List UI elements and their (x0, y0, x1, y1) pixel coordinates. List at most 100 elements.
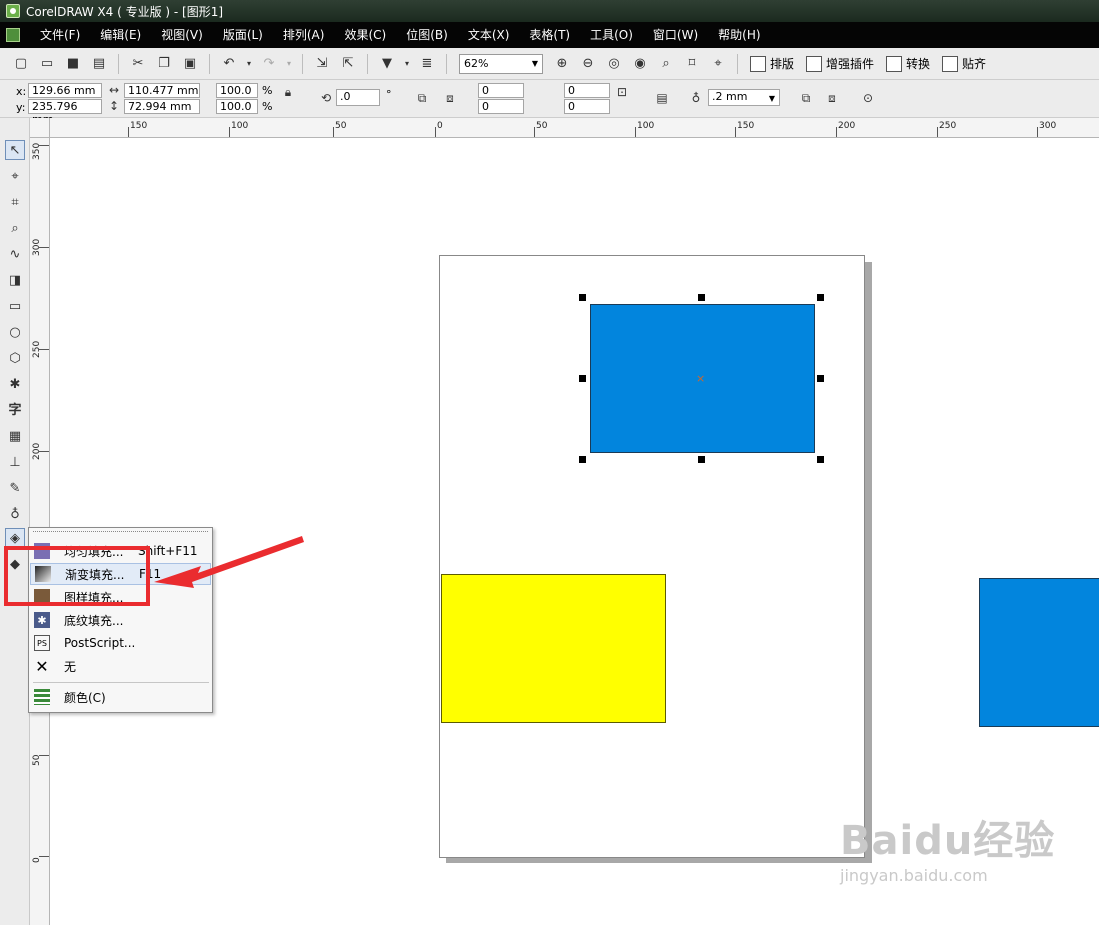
paste-icon[interactable]: ▣ (179, 53, 201, 75)
menu-window[interactable]: 窗口(W) (643, 22, 708, 48)
zoom-out-icon[interactable]: ⊖ (577, 53, 599, 75)
menu-help[interactable]: 帮助(H) (708, 22, 770, 48)
selection-handle[interactable] (579, 294, 586, 301)
window-title: CorelDRAW X4 ( 专业版 ) - [图形1] (26, 4, 224, 19)
corner-top-left-field[interactable]: 0 (478, 83, 524, 98)
scale-y-field[interactable]: 100.0 (216, 99, 258, 114)
typeset-button[interactable]: 排版 (750, 55, 794, 72)
snap-button[interactable]: 贴齐 (942, 55, 986, 72)
cut-icon[interactable]: ✂ (127, 53, 149, 75)
selection-handle[interactable] (817, 375, 824, 382)
application-launcher-icon[interactable]: ▼ (376, 53, 398, 75)
horizontal-ruler[interactable]: 150 100 50 0 50 100 150 200 250 300 (30, 118, 1099, 138)
color-docker-item[interactable]: 颜色(C) (30, 686, 211, 708)
texture-fill-item[interactable]: ✱ 底纹填充... (30, 609, 211, 631)
eyedropper-tool-icon[interactable]: ✎ (5, 478, 25, 498)
undo-dropdown-icon[interactable]: ▾ (244, 53, 254, 75)
selection-handle[interactable] (817, 456, 824, 463)
menu-table[interactable]: 表格(T) (519, 22, 580, 48)
height-field[interactable]: 72.994 mm (124, 99, 200, 114)
menu-edit[interactable]: 编辑(E) (90, 22, 151, 48)
selection-handle[interactable] (698, 456, 705, 463)
offpage-blue-rectangle[interactable] (979, 578, 1099, 727)
dimension-tool-icon[interactable]: ⊥ (5, 452, 25, 472)
menu-tools[interactable]: 工具(O) (580, 22, 643, 48)
pick-tool-icon[interactable]: ↖ (5, 140, 25, 160)
open-folder-icon[interactable]: ▭ (36, 53, 58, 75)
menu-layout[interactable]: 版面(L) (213, 22, 273, 48)
highlight-annotation-box (4, 546, 150, 606)
menu-view[interactable]: 视图(V) (151, 22, 213, 48)
outline-width-select[interactable]: .2 mm ▼ (708, 89, 780, 106)
zoom-page-width-icon[interactable]: ⌑ (681, 53, 703, 75)
wrap-text-icon[interactable]: ▤ (654, 90, 670, 106)
import-icon[interactable]: ⇲ (311, 53, 333, 75)
menu-bitmaps[interactable]: 位图(B) (396, 22, 458, 48)
zoom-all-objects-icon[interactable]: ◉ (629, 53, 651, 75)
menu-text[interactable]: 文本(X) (458, 22, 520, 48)
smart-fill-tool-icon[interactable]: ◨ (5, 270, 25, 290)
launcher-dropdown-icon[interactable]: ▾ (402, 53, 412, 75)
table-tool-icon[interactable]: ▦ (5, 426, 25, 446)
fill-tool-icon[interactable]: ◈ (5, 528, 25, 548)
menu-arrange[interactable]: 排列(A) (273, 22, 335, 48)
postscript-fill-item[interactable]: PS PostScript... (30, 632, 211, 654)
ruler-origin[interactable] (30, 118, 50, 138)
zoom-in-icon[interactable]: ⊕ (551, 53, 573, 75)
ruler-tick (735, 127, 736, 137)
rotation-center-marker[interactable]: × (696, 372, 705, 385)
basic-shapes-tool-icon[interactable]: ✱ (5, 374, 25, 394)
corner-bottom-right-field[interactable]: 0 (564, 99, 610, 114)
freehand-tool-icon[interactable]: ∿ (5, 244, 25, 264)
corner-bottom-left-field[interactable]: 0 (478, 99, 524, 114)
document-icon[interactable] (6, 28, 20, 42)
flyout-separator (33, 682, 209, 683)
convert-button[interactable]: 转换 (886, 55, 930, 72)
to-back-icon[interactable]: ⧈ (824, 90, 840, 106)
zoom-selected-icon[interactable]: ◎ (603, 53, 625, 75)
ruler-label: 0 (32, 857, 42, 863)
polygon-tool-icon[interactable]: ⬡ (5, 348, 25, 368)
shape-tool-icon[interactable]: ⌖ (5, 166, 25, 186)
width-field[interactable]: 110.477 mm (124, 83, 200, 98)
zoom-tool-icon[interactable]: ⌕ (5, 218, 25, 238)
rectangle-tool-icon[interactable]: ▭ (5, 296, 25, 316)
selection-handle[interactable] (698, 294, 705, 301)
copy-icon[interactable]: ❐ (153, 53, 175, 75)
no-fill-item[interactable]: ✕ 无 (30, 655, 211, 677)
to-front-icon[interactable]: ⧉ (798, 90, 814, 106)
x-position-field[interactable]: 129.66 mm (28, 83, 102, 98)
export-icon[interactable]: ⇱ (337, 53, 359, 75)
yellow-rectangle[interactable] (441, 574, 666, 723)
selection-handle[interactable] (817, 294, 824, 301)
undo-icon[interactable]: ↶ (218, 53, 240, 75)
toolbox: ↖ ⌖ ⌗ ⌕ ∿ ◨ ▭ ○ ⬡ ✱ 字 ▦ ⊥ ✎ ♁ ◈ ◆ (0, 118, 30, 925)
y-position-field[interactable]: 235.796 mm (28, 99, 102, 126)
selection-handle[interactable] (579, 456, 586, 463)
zoom-page-height-icon[interactable]: ⌖ (707, 53, 729, 75)
save-icon[interactable]: ■ (62, 53, 84, 75)
mirror-vertical-icon[interactable]: ⧈ (442, 90, 458, 106)
ellipse-tool-icon[interactable]: ○ (5, 322, 25, 342)
outline-tool-icon[interactable]: ♁ (5, 504, 25, 524)
welcome-screen-icon[interactable]: ≣ (416, 53, 438, 75)
menu-file[interactable]: 文件(F) (30, 22, 90, 48)
redo-dropdown-icon[interactable]: ▾ (284, 53, 294, 75)
crop-tool-icon[interactable]: ⌗ (5, 192, 25, 212)
lock-ratio-icon[interactable]: 🔒︎ (280, 84, 296, 100)
zoom-level-select[interactable]: 62% ▼ (459, 53, 543, 74)
selection-handle[interactable] (579, 375, 586, 382)
enhance-plugin-button[interactable]: 增强插件 (806, 55, 874, 72)
mirror-horizontal-icon[interactable]: ⧉ (414, 90, 430, 106)
zoom-page-icon[interactable]: ⌕ (655, 53, 677, 75)
text-tool-icon[interactable]: 字 (5, 398, 25, 418)
new-document-icon[interactable]: ▢ (10, 53, 32, 75)
rotation-angle-field[interactable]: .0 (336, 89, 380, 106)
scale-x-field[interactable]: 100.0 (216, 83, 258, 98)
convert-to-curves-icon[interactable]: ⊙ (860, 90, 876, 106)
round-corners-lock-icon[interactable]: ⊡ (614, 84, 630, 100)
redo-icon[interactable]: ↷ (258, 53, 280, 75)
menu-effects[interactable]: 效果(C) (334, 22, 396, 48)
print-icon[interactable]: ▤ (88, 53, 110, 75)
corner-top-right-field[interactable]: 0 (564, 83, 610, 98)
